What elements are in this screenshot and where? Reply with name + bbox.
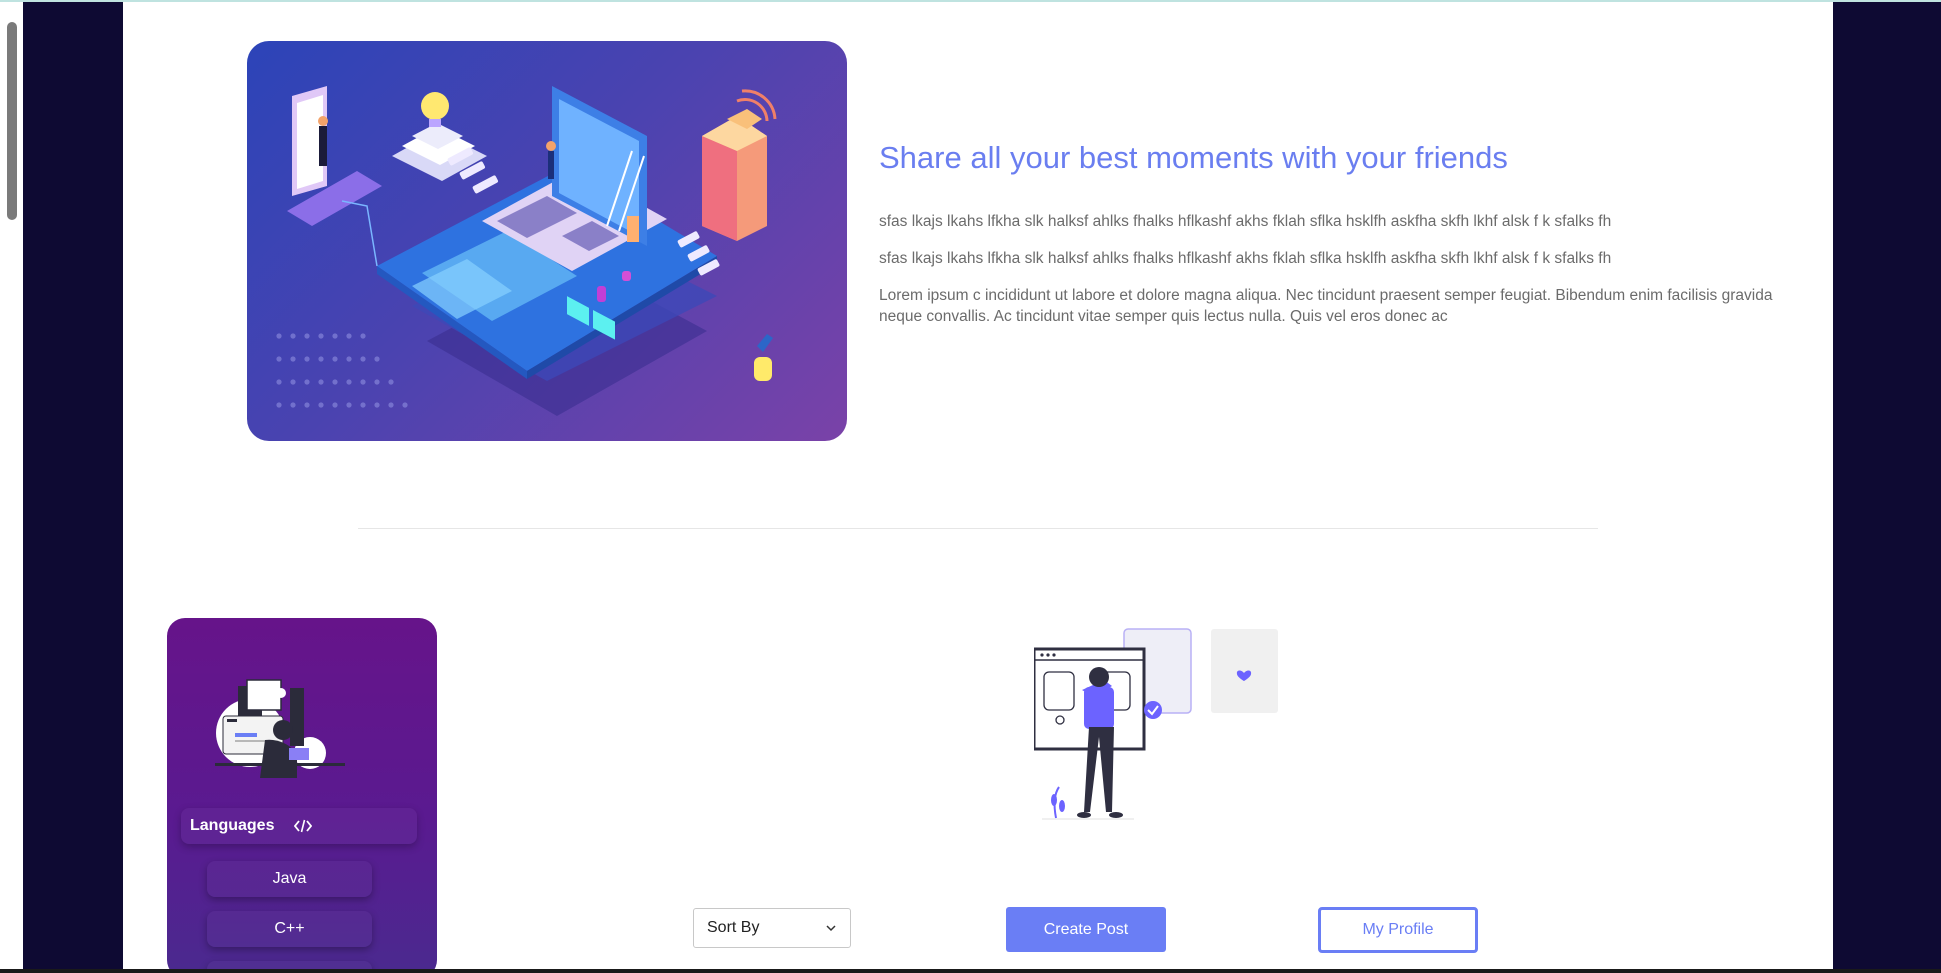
code-icon: [294, 819, 312, 833]
bottom-edge: [0, 969, 1941, 973]
create-post-illustration: [1034, 628, 1278, 820]
my-profile-button[interactable]: My Profile: [1318, 907, 1478, 953]
hero-title: Share all your best moments with your fr…: [879, 140, 1508, 175]
create-post-button[interactable]: Create Post: [1006, 907, 1166, 952]
scrollbar-thumb[interactable]: [7, 22, 17, 220]
sort-by-label: Sort By: [707, 919, 760, 936]
language-item-java[interactable]: Java: [207, 861, 372, 897]
languages-header[interactable]: Languages: [181, 808, 417, 844]
main-content: Share all your best moments with your fr…: [123, 2, 1833, 969]
chevron-down-icon: [826, 925, 836, 932]
check-icon: [1144, 701, 1162, 719]
language-item-3[interactable]: [207, 961, 372, 969]
languages-heading: Languages: [190, 817, 275, 834]
language-item-cpp[interactable]: C++: [207, 911, 372, 947]
languages-sidebar: Languages Java C++: [167, 618, 437, 969]
sort-by-select[interactable]: Sort By: [693, 908, 851, 948]
hero-paragraph-3: Lorem ipsum c incididunt ut labore et do…: [879, 287, 1773, 325]
hero-paragraph-1: sfas lkajs lkahs lfkha slk halksf ahlks …: [879, 213, 1612, 230]
hero-paragraph-2: sfas lkajs lkahs lfkha slk halksf ahlks …: [879, 250, 1612, 267]
section-divider: [358, 528, 1598, 529]
developer-illustration: [215, 679, 345, 778]
hero-illustration: [247, 41, 847, 441]
browser-scrollbar-track[interactable]: [0, 0, 24, 973]
